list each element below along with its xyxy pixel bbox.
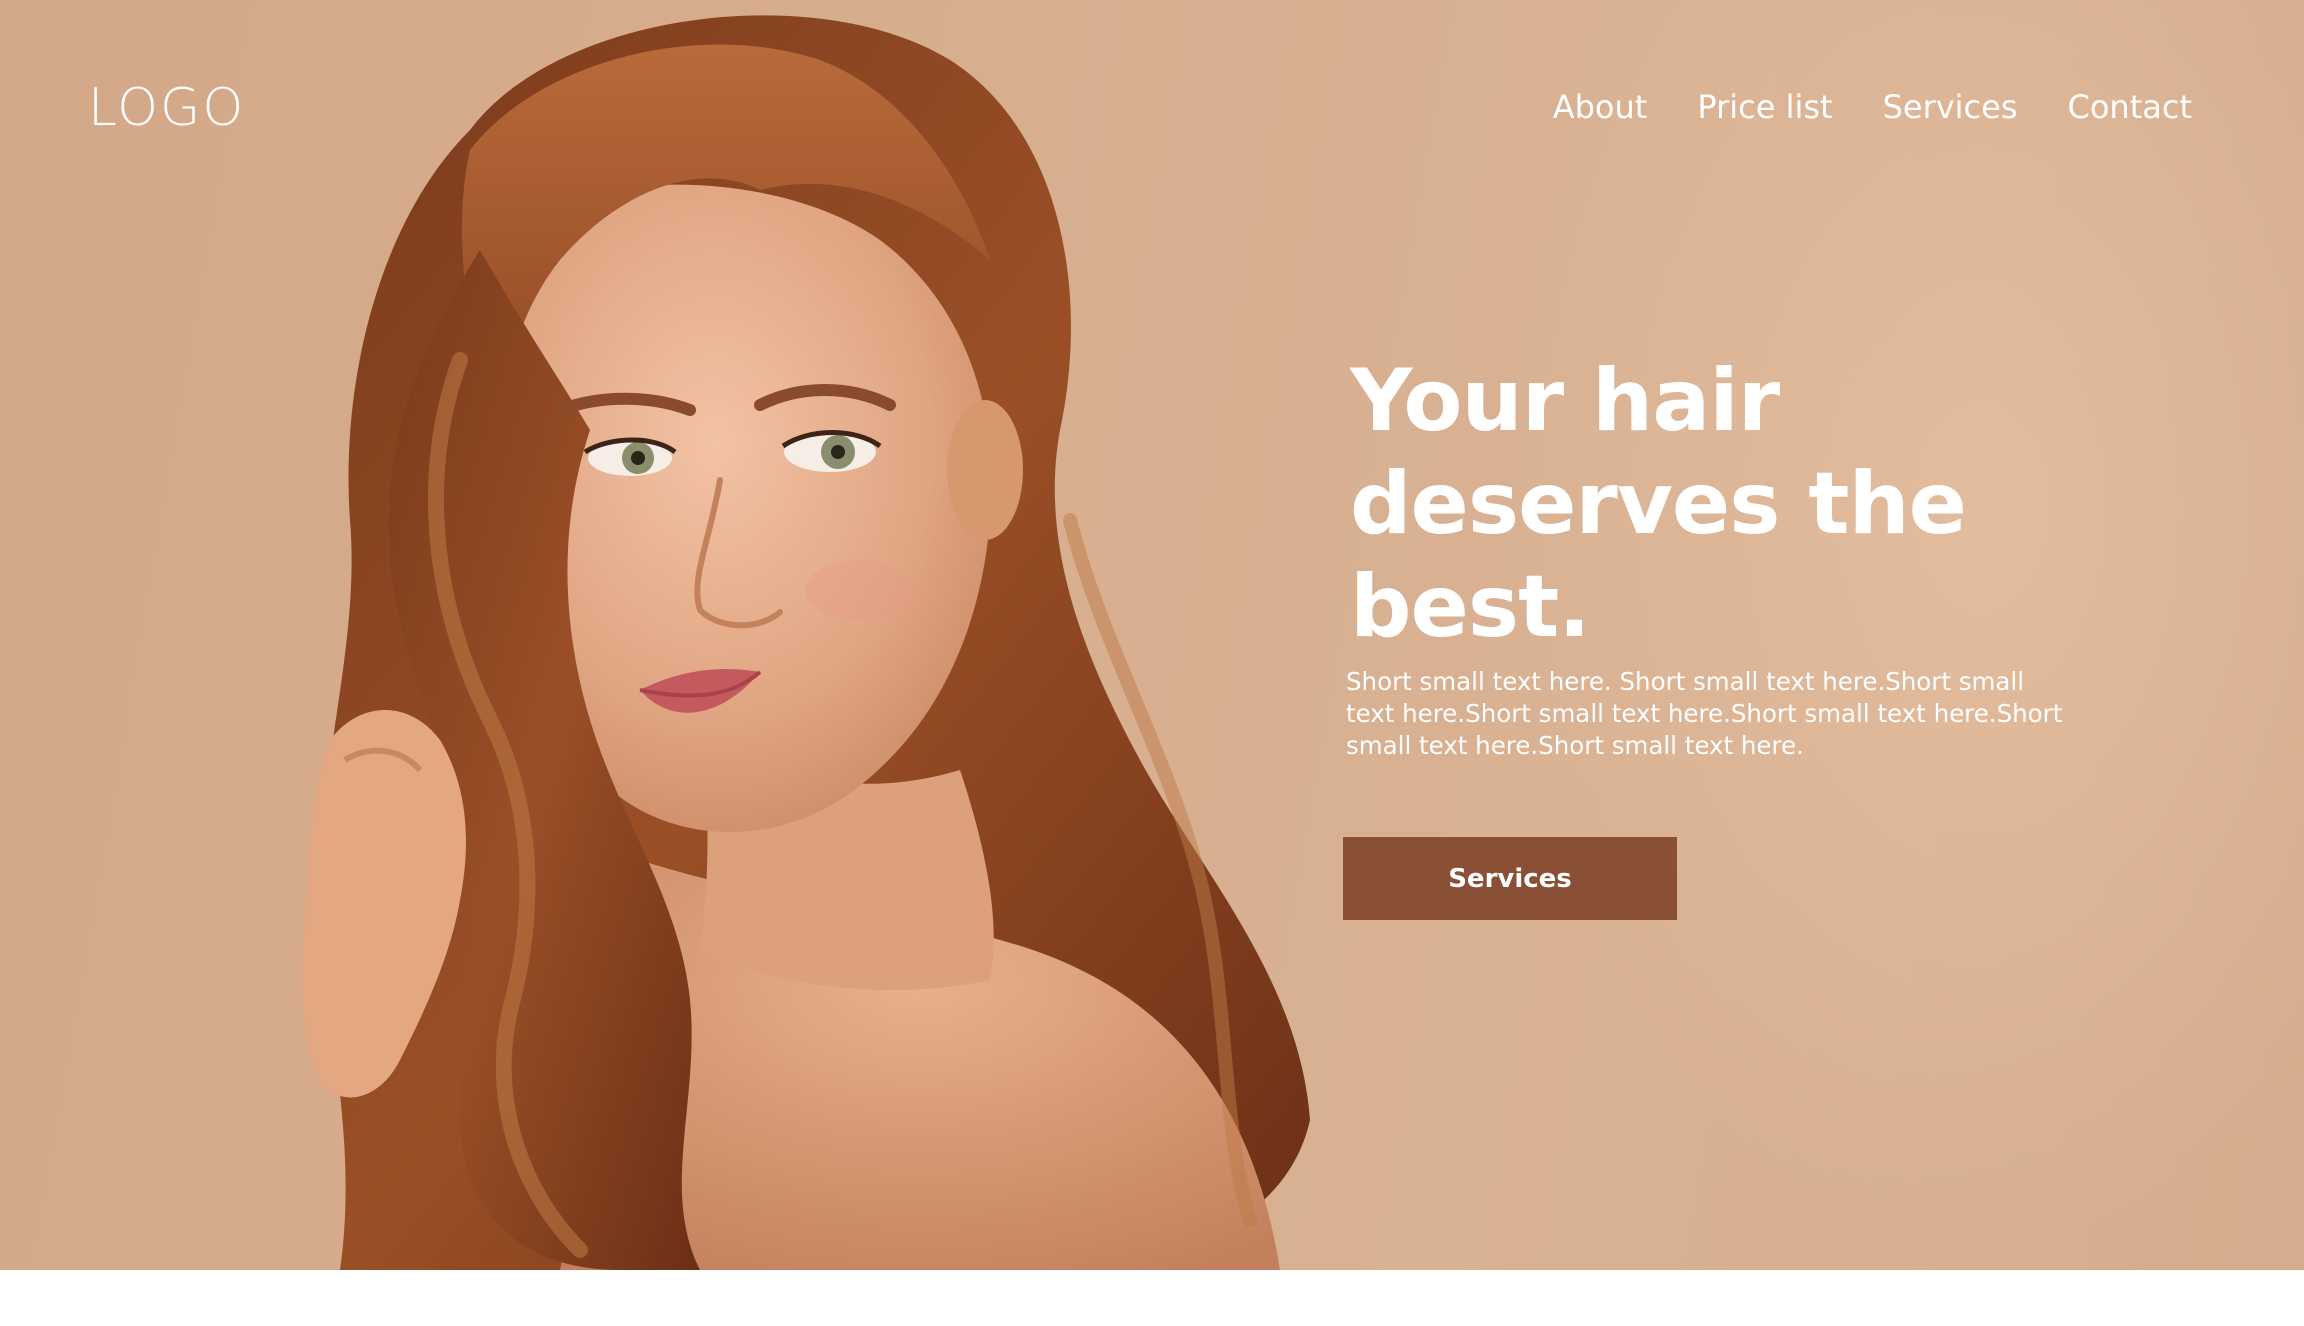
nav-item-about[interactable]: About [1553, 88, 1648, 126]
main-nav: About Price list Services Contact [1553, 88, 2192, 126]
hero-headline: Your hair deserves the best. [1350, 351, 1967, 657]
hero-subtext: Short small text here. Short small text … [1346, 667, 2063, 760]
hero-section: LOGO About Price list Services Contact Y… [0, 0, 2304, 1270]
services-button[interactable]: Services [1343, 837, 1677, 920]
hero-portrait-image [302, 15, 1310, 1270]
nav-item-contact[interactable]: Contact [2068, 88, 2193, 126]
logo[interactable]: LOGO [88, 78, 245, 138]
nav-item-services[interactable]: Services [1883, 88, 2018, 126]
nav-item-price-list[interactable]: Price list [1697, 88, 1832, 126]
